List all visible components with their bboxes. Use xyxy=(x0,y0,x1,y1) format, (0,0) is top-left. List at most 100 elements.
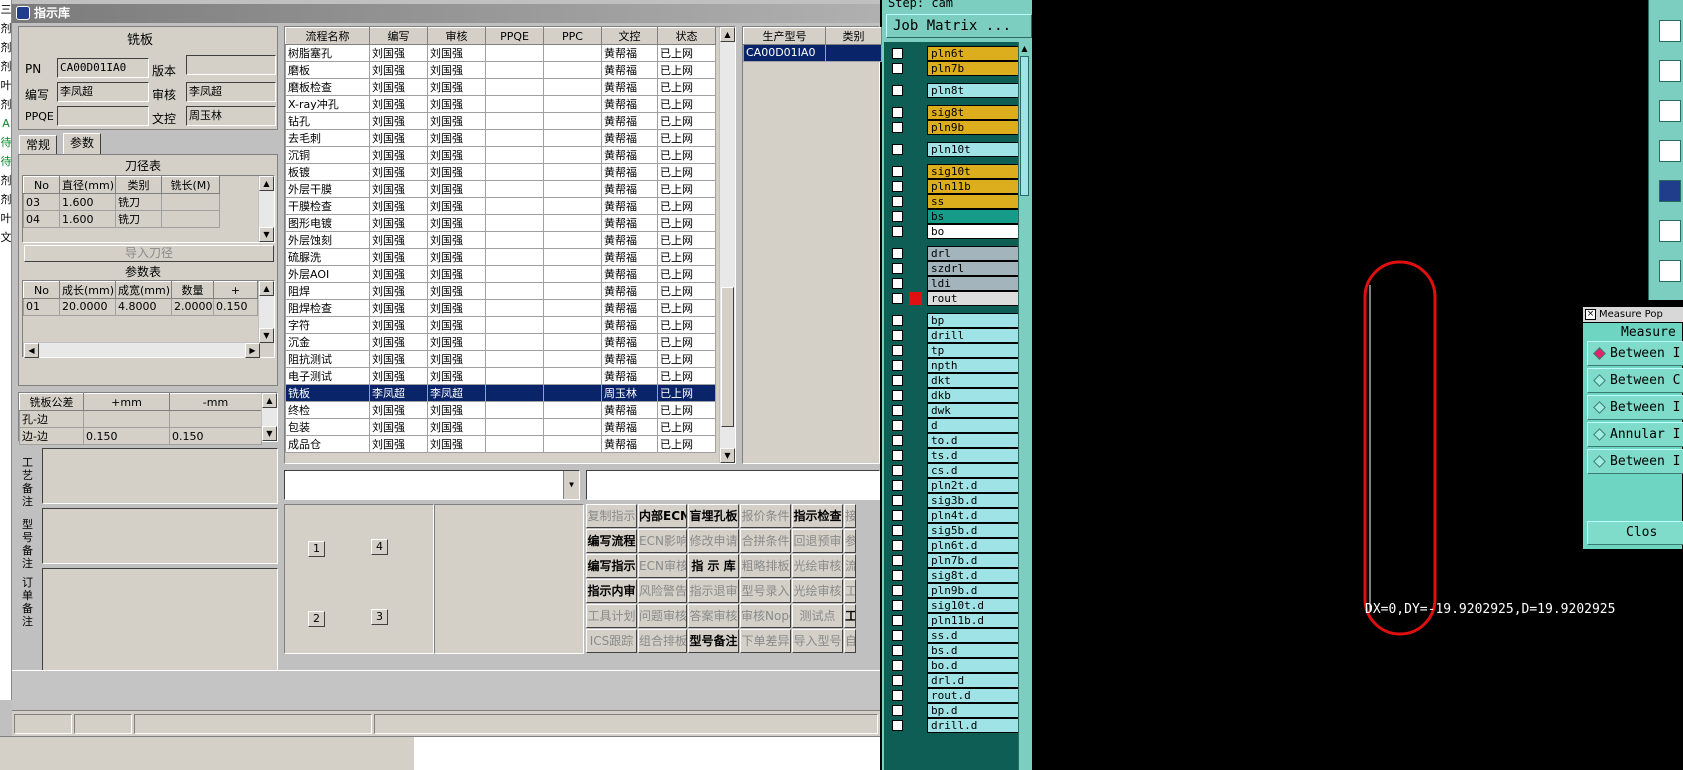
model-row[interactable]: CA00D01IA0 xyxy=(743,44,882,62)
tolerance-scrollbar[interactable]: ▲ ▼ xyxy=(261,393,277,441)
layer-row[interactable]: dkt xyxy=(892,373,1020,388)
flow-row[interactable]: 板镀 刘国强 刘国强 黄帮福 已上网 xyxy=(285,163,716,181)
flow-row[interactable]: 图形电镀 刘国强 刘国强 黄帮福 已上网 xyxy=(285,214,716,232)
action-button[interactable]: 组合排板 xyxy=(638,629,687,653)
layer-row[interactable]: pln7b xyxy=(892,61,1020,76)
tool-row[interactable]: 04 1.600 铣刀 xyxy=(23,210,220,228)
flow-row[interactable]: 干膜检查 刘国强 刘国强 黄帮福 已上网 xyxy=(285,197,716,215)
column-header[interactable]: 数量 xyxy=(171,281,214,299)
column-header[interactable]: PPC xyxy=(543,27,602,45)
flow-row[interactable]: 外层干膜 刘国强 刘国强 黄帮福 已上网 xyxy=(285,180,716,198)
scroll-thumb[interactable] xyxy=(1020,56,1029,196)
column-header[interactable]: 流程名称 xyxy=(285,27,370,45)
flow-row[interactable]: 去毛刺 刘国强 刘国强 黄帮福 已上网 xyxy=(285,129,716,147)
column-header[interactable]: 成长(mm) xyxy=(59,281,116,299)
tool-icon[interactable] xyxy=(1659,20,1681,42)
scroll-down-icon[interactable]: ▼ xyxy=(720,448,735,463)
layer-checkbox[interactable] xyxy=(892,85,903,96)
column-header[interactable]: 类别 xyxy=(825,27,882,45)
layer-checkbox[interactable] xyxy=(892,293,903,304)
layer-row[interactable]: sig10t.d xyxy=(892,598,1020,613)
layer-checkbox[interactable] xyxy=(892,570,903,581)
flow-row[interactable]: 阻焊检查 刘国强 刘国强 黄帮福 已上网 xyxy=(285,299,716,317)
layer-checkbox[interactable] xyxy=(892,315,903,326)
scroll-up-icon[interactable]: ▲ xyxy=(1020,44,1029,54)
number-button-2[interactable]: 2 xyxy=(308,611,325,627)
layer-row[interactable]: bo.d xyxy=(892,658,1020,673)
action-button[interactable]: 指 示 库 xyxy=(688,554,739,578)
layer-checkbox[interactable] xyxy=(892,660,903,671)
action-button[interactable]: 问题审核 xyxy=(638,604,687,628)
layer-row[interactable]: pln10t xyxy=(892,142,1020,157)
flow-row[interactable]: 阻抗测试 刘国强 刘国强 黄帮福 已上网 xyxy=(285,350,716,368)
tool-row[interactable]: 03 1.600 铣刀 xyxy=(23,193,220,211)
scroll-right-icon[interactable]: ▶ xyxy=(245,343,260,358)
tool-note-field[interactable] xyxy=(42,448,278,504)
layer-scrollbar[interactable]: ▲ xyxy=(1018,42,1030,770)
action-button[interactable]: 编写流程 xyxy=(586,529,637,553)
layer-checkbox[interactable] xyxy=(892,555,903,566)
flow-row[interactable]: 包装 刘国强 刘国强 黄帮福 已上网 xyxy=(285,418,716,436)
layer-row[interactable]: dwk xyxy=(892,403,1020,418)
layer-row[interactable]: drl.d xyxy=(892,673,1020,688)
layer-checkbox[interactable] xyxy=(892,278,903,289)
flow-row[interactable]: 外层AOI 刘国强 刘国强 黄帮福 已上网 xyxy=(285,265,716,283)
layer-checkbox[interactable] xyxy=(892,63,903,74)
column-header[interactable]: 类别 xyxy=(115,176,162,194)
layer-row[interactable]: d xyxy=(892,418,1020,433)
layer-row[interactable]: ts.d xyxy=(892,448,1020,463)
flow-row[interactable]: 磨板检查 刘国强 刘国强 黄帮福 已上网 xyxy=(285,78,716,96)
action-button[interactable]: 风险警告 xyxy=(638,579,687,603)
layer-checkbox[interactable] xyxy=(892,600,903,611)
layer-checkbox[interactable] xyxy=(892,375,903,386)
action-button[interactable]: 合拼条件 xyxy=(740,529,791,553)
layer-row[interactable]: pln9b xyxy=(892,120,1020,135)
action-button[interactable]: 工具计划 xyxy=(586,604,637,628)
action-button[interactable]: 光绘审核 xyxy=(792,554,843,578)
action-button[interactable]: 答案审核 xyxy=(688,604,739,628)
layer-row[interactable]: pln8t xyxy=(892,83,1020,98)
layer-checkbox[interactable] xyxy=(892,330,903,341)
layer-checkbox[interactable] xyxy=(892,181,903,192)
flow-row[interactable]: X-ray冲孔 刘国强 刘国强 黄帮福 已上网 xyxy=(285,95,716,113)
layer-checkbox[interactable] xyxy=(892,390,903,401)
layer-row[interactable]: pln6t.d xyxy=(892,538,1020,553)
layer-checkbox[interactable] xyxy=(892,480,903,491)
action-button[interactable]: 导入型号 xyxy=(792,629,843,653)
action-button[interactable]: 回退预审 xyxy=(792,529,843,553)
tab-params[interactable]: 参数 xyxy=(63,133,102,155)
layer-row[interactable]: drill.d xyxy=(892,718,1020,733)
layer-row[interactable]: ss.d xyxy=(892,628,1020,643)
flow-dropdown[interactable]: ▼ xyxy=(284,470,580,500)
layer-checkbox[interactable] xyxy=(892,48,903,59)
layer-row[interactable]: pln7b.d xyxy=(892,553,1020,568)
flow-row[interactable]: 字符 刘国强 刘国强 黄帮福 已上网 xyxy=(285,316,716,334)
measure-option[interactable]: Between I xyxy=(1587,395,1683,420)
layer-row[interactable]: sig8t.d xyxy=(892,568,1020,583)
column-header[interactable]: 铣板公差 xyxy=(19,393,84,411)
layer-row[interactable]: pln2t.d xyxy=(892,478,1020,493)
tool-icon[interactable] xyxy=(1659,180,1681,202)
column-header[interactable]: 状态 xyxy=(657,27,716,45)
action-button[interactable]: 参 xyxy=(844,529,856,553)
layer-row[interactable]: pln9b.d xyxy=(892,583,1020,598)
pn-field[interactable]: CA00D01IA0 xyxy=(57,58,149,78)
layer-checkbox[interactable] xyxy=(892,495,903,506)
scroll-up-icon[interactable]: ▲ xyxy=(720,27,735,42)
action-button[interactable]: 工 xyxy=(844,604,856,628)
measure-option[interactable]: Between C xyxy=(1587,368,1683,393)
tool-icon[interactable] xyxy=(1659,60,1681,82)
layer-checkbox[interactable] xyxy=(892,585,903,596)
flow-row[interactable]: 电子测试 刘国强 刘国强 黄帮福 已上网 xyxy=(285,367,716,385)
flow-row[interactable]: 硫脲洗 刘国强 刘国强 黄帮福 已上网 xyxy=(285,248,716,266)
model-note-field[interactable] xyxy=(42,508,278,564)
scroll-down-icon[interactable]: ▼ xyxy=(259,328,274,343)
layer-row[interactable]: tp xyxy=(892,343,1020,358)
layer-checkbox[interactable] xyxy=(892,420,903,431)
column-header[interactable]: 直径(mm) xyxy=(59,176,116,194)
action-button[interactable]: 指示检查 xyxy=(792,504,843,528)
layer-row[interactable]: sig5b.d xyxy=(892,523,1020,538)
param-table-hscroll[interactable]: ◀ ▶ xyxy=(23,342,260,358)
doc-control-field[interactable]: 周玉林 xyxy=(186,106,276,126)
column-header[interactable]: 文控 xyxy=(601,27,658,45)
